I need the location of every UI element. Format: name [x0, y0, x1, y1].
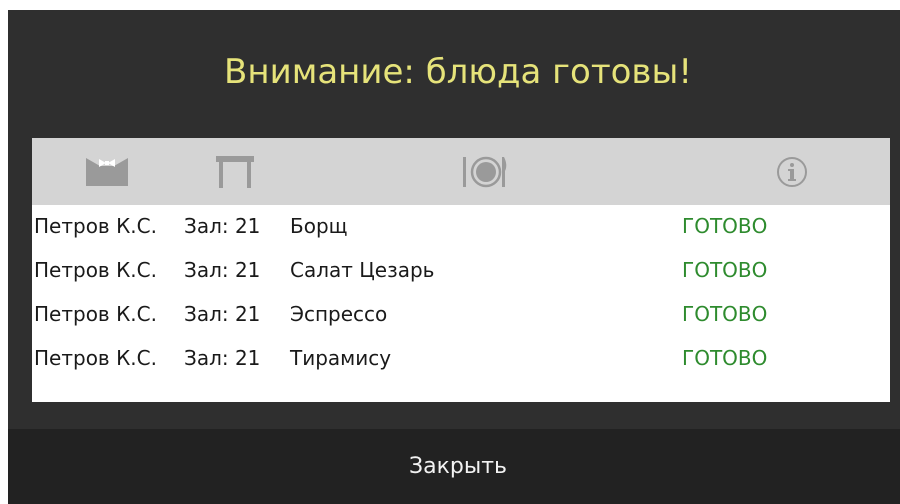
- hall-number: Зал: 21: [184, 214, 261, 238]
- table-row: Петров К.С. Зал: 21 Эспрессо ГОТОВО: [32, 293, 890, 337]
- table-row: Петров К.С. Зал: 21 Салат Цезарь ГОТОВО: [32, 249, 890, 293]
- status-label: ГОТОВО: [682, 258, 768, 282]
- dish-plate-icon: [456, 152, 516, 192]
- waiter-name: Петров К.С.: [34, 302, 157, 326]
- dish-name: Эспрессо: [290, 302, 388, 326]
- table-body: Петров К.С. Зал: 21 Борщ ГОТОВО Петров К…: [32, 205, 890, 381]
- table-row: Петров К.С. Зал: 21 Тирамису ГОТОВО: [32, 337, 890, 381]
- status-label: ГОТОВО: [682, 302, 768, 326]
- info-icon: [772, 152, 812, 192]
- status-label: ГОТОВО: [682, 346, 768, 370]
- dish-name: Салат Цезарь: [290, 258, 435, 282]
- waiter-bowtie-icon: [82, 152, 132, 192]
- ready-dishes-table: Петров К.С. Зал: 21 Борщ ГОТОВО Петров К…: [32, 138, 890, 402]
- hall-number: Зал: 21: [184, 258, 261, 282]
- dish-name: Тирамису: [290, 346, 392, 370]
- waiter-name: Петров К.С.: [34, 346, 157, 370]
- dialog-title: Внимание: блюда готовы!: [224, 52, 692, 92]
- table-icon: [210, 152, 260, 192]
- dialog-footer: Закрыть: [8, 429, 900, 504]
- table-header: [32, 138, 890, 205]
- hall-number: Зал: 21: [184, 346, 261, 370]
- hall-number: Зал: 21: [184, 302, 261, 326]
- ready-dishes-dialog: Внимание: блюда готовы! Петров К.С. Зал:…: [8, 10, 900, 504]
- status-label: ГОТОВО: [682, 214, 768, 238]
- waiter-name: Петров К.С.: [34, 258, 157, 282]
- close-button[interactable]: Закрыть: [389, 448, 527, 485]
- waiter-name: Петров К.С.: [34, 214, 157, 238]
- dish-name: Борщ: [290, 214, 348, 238]
- table-row: Петров К.С. Зал: 21 Борщ ГОТОВО: [32, 205, 890, 249]
